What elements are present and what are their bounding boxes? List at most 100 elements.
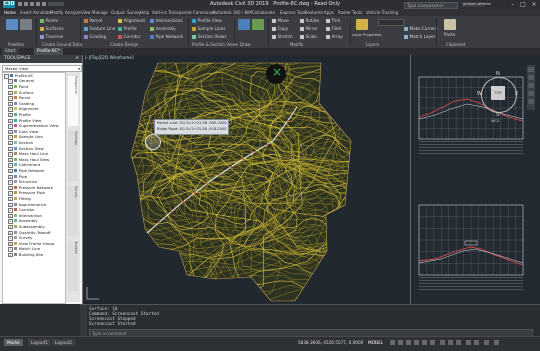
ribbon-tab-collaborate[interactable]: Collaborate xyxy=(252,10,275,15)
ribbon-tab-express-tools[interactable]: Express Tools xyxy=(280,10,307,15)
profile-viewport[interactable]: TOP N S W E WCS xyxy=(410,55,540,304)
expand-icon[interactable]: + xyxy=(8,79,13,84)
array-button[interactable]: Array xyxy=(326,34,343,40)
expand-icon[interactable]: + xyxy=(8,163,13,168)
expand-icon[interactable]: + xyxy=(8,197,13,202)
grading-button[interactable]: Grading xyxy=(84,34,106,40)
copy-button[interactable]: Copy xyxy=(272,26,288,32)
ribbon-tab-help[interactable]: Help xyxy=(140,10,149,15)
expand-icon[interactable]: + xyxy=(8,91,13,96)
lineweight-icon[interactable] xyxy=(430,340,435,345)
expand-icon[interactable]: + xyxy=(8,119,13,124)
expand-icon[interactable]: + xyxy=(8,158,13,163)
expand-icon[interactable]: + xyxy=(8,253,13,258)
expand-icon[interactable]: + xyxy=(8,141,13,146)
expand-icon[interactable]: + xyxy=(8,113,13,118)
traverse-button[interactable]: Traverse xyxy=(40,34,63,40)
expand-icon[interactable]: + xyxy=(8,147,13,152)
pipe-network-button[interactable]: Pipe Network xyxy=(150,34,183,40)
master-view-dropdown[interactable]: Master View▾ xyxy=(2,65,82,72)
rotate-button[interactable]: Rotate xyxy=(300,18,319,24)
clean-screen-icon[interactable] xyxy=(484,340,489,345)
user-account[interactable]: graham.wheeler xyxy=(462,2,484,8)
toolspace-side-tab[interactable]: Settings xyxy=(68,131,78,181)
stretch-button[interactable]: Stretch xyxy=(272,34,293,40)
ribbon-tab-annotate[interactable]: Annotate xyxy=(33,10,51,15)
compass-west[interactable]: W xyxy=(477,91,482,97)
expand-icon[interactable]: + xyxy=(8,219,13,224)
quick-access-toolbar[interactable] xyxy=(18,2,78,8)
parcel-button[interactable]: Parcel xyxy=(84,18,102,24)
expand-icon[interactable]: + xyxy=(8,208,13,213)
command-grip[interactable] xyxy=(80,305,87,337)
osnap-icon[interactable] xyxy=(422,340,427,345)
expand-icon[interactable]: + xyxy=(8,225,13,230)
expand-icon[interactable]: + xyxy=(8,102,13,107)
toolspace-side-tab[interactable]: Toolbox xyxy=(68,241,78,291)
minimize-icon[interactable]: – xyxy=(508,0,518,9)
document-tab[interactable]: Start xyxy=(2,48,19,55)
units-icon[interactable] xyxy=(456,340,461,345)
ribbon-tab-home[interactable]: Home xyxy=(4,10,16,15)
compass-south[interactable]: S xyxy=(496,112,499,118)
toolspace-side-tab[interactable]: Prospector xyxy=(68,76,78,126)
expand-icon[interactable]: + xyxy=(8,203,13,208)
orbit-icon[interactable] xyxy=(528,91,534,96)
document-tab[interactable]: Profile-6C* xyxy=(34,48,63,55)
viewcube-face[interactable]: TOP xyxy=(491,86,505,100)
profile-button[interactable]: Profile xyxy=(118,26,137,32)
annotation-scale-icon[interactable] xyxy=(440,340,445,345)
expand-icon[interactable]: + xyxy=(8,191,13,196)
isolate-icon[interactable] xyxy=(466,340,471,345)
close-icon[interactable]: × xyxy=(529,0,539,9)
expand-icon[interactable]: + xyxy=(8,175,13,180)
expand-icon[interactable]: + xyxy=(8,130,13,135)
expand-icon[interactable]: + xyxy=(8,152,13,157)
trim-button[interactable]: Trim xyxy=(326,18,340,24)
expand-icon[interactable]: + xyxy=(8,214,13,219)
search-box[interactable]: Type a keyword or phrase xyxy=(404,2,458,10)
collapse-icon[interactable]: − xyxy=(4,74,9,79)
layer-properties-icon[interactable] xyxy=(356,19,368,30)
close-icon[interactable]: × xyxy=(75,55,79,63)
hardware-accel-icon[interactable] xyxy=(474,340,479,345)
expand-icon[interactable]: + xyxy=(8,169,13,174)
expand-icon[interactable]: + xyxy=(8,96,13,101)
snap-icon[interactable] xyxy=(398,340,403,345)
expand-icon[interactable]: + xyxy=(8,247,13,252)
match-layer-button[interactable]: Match Layer xyxy=(404,34,435,40)
ribbon-tab-analyze[interactable]: Analyze xyxy=(65,10,81,15)
steering-wheel-icon[interactable] xyxy=(528,67,534,72)
ribbon-tab-survey[interactable]: Survey xyxy=(127,10,141,15)
expand-icon[interactable]: + xyxy=(8,242,13,247)
assembly-button[interactable]: Assembly xyxy=(150,26,176,32)
paste-button[interactable]: Paste xyxy=(444,32,455,38)
layer-properties-button[interactable]: Layer Properties xyxy=(352,32,381,38)
sample-lines-button[interactable]: Sample Lines xyxy=(192,26,225,32)
pan-icon[interactable] xyxy=(528,75,534,80)
fillet-button[interactable]: Fillet xyxy=(326,26,341,32)
layout-tab[interactable]: Model xyxy=(4,339,23,346)
palettes-icon[interactable] xyxy=(20,19,32,30)
compass-east[interactable]: E xyxy=(515,91,518,97)
ribbon-tab-output[interactable]: Output xyxy=(111,10,125,15)
ribbon-tab-transparent-commands[interactable]: Transparent Commands xyxy=(168,10,216,15)
make-current-button[interactable]: Make Current xyxy=(404,26,438,32)
alignment-button[interactable]: Alignment xyxy=(118,18,145,24)
mirror-button[interactable]: Mirror xyxy=(300,26,318,32)
expand-icon[interactable]: + xyxy=(8,231,13,236)
customization-icon[interactable] xyxy=(494,340,499,345)
ribbon-tab-modify[interactable]: Modify xyxy=(50,10,63,15)
points-button[interactable]: Points xyxy=(40,18,58,24)
paste-icon[interactable] xyxy=(444,19,456,30)
wcs-label[interactable]: WCS xyxy=(491,119,499,123)
surfaces-button[interactable]: Surfaces xyxy=(40,26,64,32)
ribbon-tab-insert[interactable]: Insert xyxy=(20,10,31,15)
section-views-button[interactable]: Section Views xyxy=(192,34,227,40)
ribbon-tab-raster-tools[interactable]: Raster Tools xyxy=(338,10,362,15)
ribbon-tab-add-ins[interactable]: Add-ins xyxy=(152,10,167,15)
move-button[interactable]: Move xyxy=(272,18,289,24)
expand-icon[interactable]: + xyxy=(8,107,13,112)
app-logo[interactable]: C3D xyxy=(3,1,15,8)
expand-icon[interactable]: + xyxy=(8,236,13,241)
